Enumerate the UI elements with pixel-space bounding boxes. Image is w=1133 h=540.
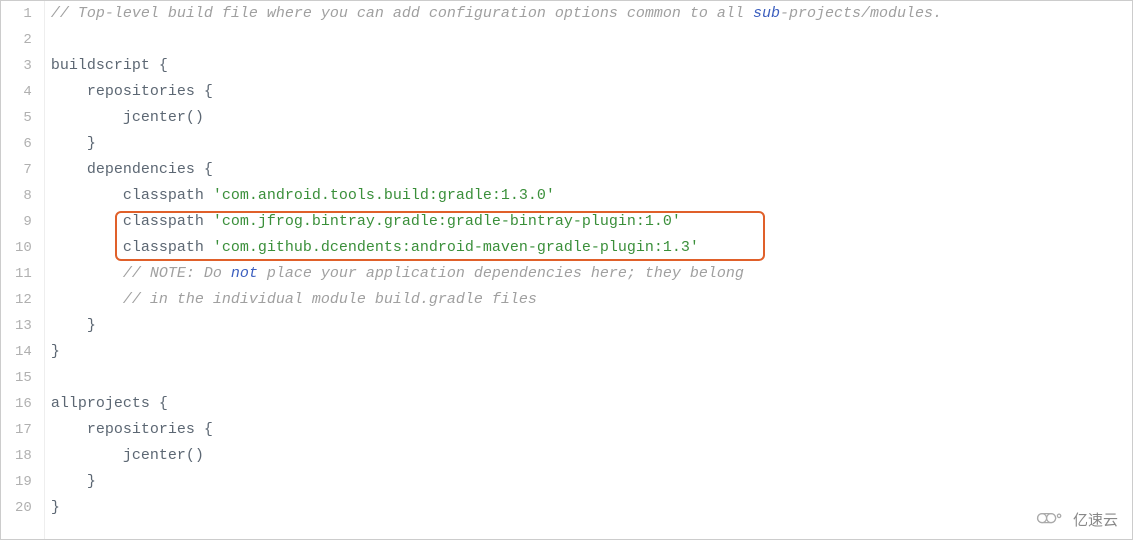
line-number: 17 xyxy=(15,417,32,443)
code-line[interactable]: } xyxy=(51,131,1132,157)
string-literal: 'com.android.tools.build:gradle:1.3.0' xyxy=(213,187,555,204)
code-line[interactable]: jcenter() xyxy=(51,443,1132,469)
cloud-logo-icon xyxy=(1033,507,1067,531)
code-text: classpath xyxy=(51,187,213,204)
code-line[interactable]: allprojects { xyxy=(51,391,1132,417)
code-line[interactable]: // Top-level build file where you can ad… xyxy=(51,1,1132,27)
code-line[interactable]: } xyxy=(51,495,1132,521)
code-line[interactable]: } xyxy=(51,339,1132,365)
code-line[interactable] xyxy=(51,365,1132,391)
comment-text: // Top-level build file where you can ad… xyxy=(51,5,753,22)
line-number: 20 xyxy=(15,495,32,521)
line-number: 14 xyxy=(15,339,32,365)
line-number: 13 xyxy=(15,313,32,339)
code-line[interactable] xyxy=(51,27,1132,53)
comment-text: place your application dependencies here… xyxy=(258,265,744,282)
line-number: 1 xyxy=(15,1,32,27)
code-line[interactable]: jcenter() xyxy=(51,105,1132,131)
watermark-text: 亿速云 xyxy=(1073,509,1118,530)
keyword-sub: sub xyxy=(753,5,780,22)
line-number: 2 xyxy=(15,27,32,53)
code-text: classpath xyxy=(51,239,213,256)
line-number: 5 xyxy=(15,105,32,131)
line-number-gutter: 1 2 3 4 5 6 7 8 9 10 11 12 13 14 15 16 1… xyxy=(1,1,45,539)
line-number: 16 xyxy=(15,391,32,417)
code-line[interactable]: buildscript { xyxy=(51,53,1132,79)
line-number: 6 xyxy=(15,131,32,157)
code-content[interactable]: // Top-level build file where you can ad… xyxy=(45,1,1132,539)
code-line[interactable]: repositories { xyxy=(51,417,1132,443)
code-line[interactable]: // NOTE: Do not place your application d… xyxy=(51,261,1132,287)
line-number: 4 xyxy=(15,79,32,105)
line-number: 3 xyxy=(15,53,32,79)
string-literal: 'com.jfrog.bintray.gradle:gradle-bintray… xyxy=(213,213,681,230)
line-number: 15 xyxy=(15,365,32,391)
watermark: 亿速云 xyxy=(1033,507,1118,531)
comment-text: -projects/modules. xyxy=(780,5,942,22)
line-number: 18 xyxy=(15,443,32,469)
line-number: 8 xyxy=(15,183,32,209)
line-number: 12 xyxy=(15,287,32,313)
line-number: 9 xyxy=(15,209,32,235)
code-line[interactable]: dependencies { xyxy=(51,157,1132,183)
string-literal: 'com.github.dcendents:android-maven-grad… xyxy=(213,239,699,256)
code-editor[interactable]: 1 2 3 4 5 6 7 8 9 10 11 12 13 14 15 16 1… xyxy=(1,1,1132,539)
code-line[interactable]: classpath 'com.github.dcendents:android-… xyxy=(51,235,1132,261)
line-number: 19 xyxy=(15,469,32,495)
code-line[interactable]: classpath 'com.jfrog.bintray.gradle:grad… xyxy=(51,209,1132,235)
code-line[interactable]: classpath 'com.android.tools.build:gradl… xyxy=(51,183,1132,209)
code-line[interactable]: } xyxy=(51,469,1132,495)
code-line[interactable]: } xyxy=(51,313,1132,339)
code-line[interactable]: repositories { xyxy=(51,79,1132,105)
line-number: 10 xyxy=(15,235,32,261)
line-number: 11 xyxy=(15,261,32,287)
code-text: classpath xyxy=(51,213,213,230)
keyword-not: not xyxy=(231,265,258,282)
comment-text: // NOTE: Do xyxy=(51,265,231,282)
line-number: 7 xyxy=(15,157,32,183)
code-line[interactable]: // in the individual module build.gradle… xyxy=(51,287,1132,313)
